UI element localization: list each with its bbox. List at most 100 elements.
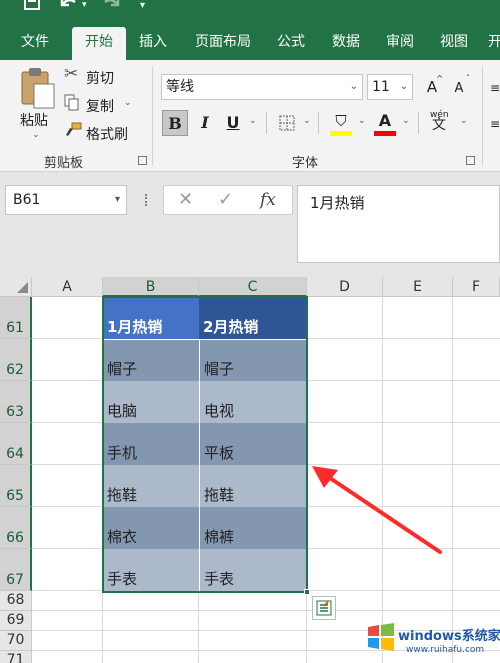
ribbon-tabs: 文件 开始 插入 页面布局 公式 数据 审阅 视图 开: [0, 22, 500, 60]
tab-view[interactable]: 视图: [430, 30, 478, 60]
ribbon-body: 粘贴 ⌄ ✂ 剪切 复制 ⌄ 格式刷 剪贴板 等线 ⌄ 11 ⌄ A^ Aˇ: [0, 60, 500, 172]
watermark-text: windows系统家园: [398, 629, 500, 644]
tab-file[interactable]: 文件: [12, 30, 58, 60]
row-header[interactable]: 65: [0, 465, 32, 507]
phonetic-dropdown-icon[interactable]: ⌄: [460, 116, 468, 126]
row-header[interactable]: 70: [0, 631, 32, 651]
select-all-button[interactable]: [0, 277, 32, 297]
borders-button[interactable]: [274, 110, 300, 136]
borders-dropdown-icon[interactable]: ⌄: [303, 116, 311, 126]
formula-buttons: ✕ ✓ fx: [163, 185, 293, 215]
fill-color-button[interactable]: ⛉: [328, 108, 354, 136]
chevron-down-icon[interactable]: ▾: [115, 186, 120, 214]
underline-dropdown-icon[interactable]: ⌄: [249, 116, 257, 126]
quick-analysis-button[interactable]: [312, 596, 336, 620]
tab-data[interactable]: 数据: [322, 30, 370, 60]
undo-icon[interactable]: [58, 0, 78, 10]
tab-review[interactable]: 审阅: [376, 30, 424, 60]
column-header-c[interactable]: C: [199, 277, 307, 297]
formula-bar-area: B61 ▾ ✕ ✓ fx 1月热销: [0, 172, 500, 277]
underline-label: U: [226, 113, 240, 132]
font-color-dropdown-icon[interactable]: ⌄: [402, 116, 410, 126]
row-header[interactable]: 66: [0, 507, 32, 549]
fill-handle[interactable]: [304, 589, 310, 595]
group-separator: [482, 66, 483, 166]
formula-content: 1月热销: [310, 194, 365, 212]
row-header[interactable]: 64: [0, 423, 32, 465]
font-color-button[interactable]: A: [372, 108, 398, 136]
column-header-f[interactable]: F: [453, 277, 500, 297]
fill-color-dropdown-icon[interactable]: ⌄: [358, 116, 366, 126]
customize-qat-icon[interactable]: ▾: [140, 0, 145, 13]
separator: [318, 112, 319, 134]
font-name-combo[interactable]: 等线 ⌄: [161, 74, 363, 100]
font-size-combo[interactable]: 11 ⌄: [367, 74, 413, 100]
formula-input[interactable]: 1月热销: [297, 185, 500, 263]
italic-button[interactable]: I: [192, 110, 218, 136]
selection-border: [102, 296, 308, 593]
clipboard-launcher-icon[interactable]: [138, 156, 147, 165]
grow-font-button[interactable]: A ^: [419, 74, 445, 100]
tab-page-layout[interactable]: 页面布局: [186, 30, 260, 60]
tab-home[interactable]: 开始: [72, 27, 126, 60]
row-header[interactable]: 67: [0, 549, 32, 591]
column-header-b[interactable]: B: [103, 277, 199, 297]
shrink-font-button[interactable]: Aˇ: [446, 74, 472, 100]
worksheet-grid[interactable]: A B C D E F 61 62 63 64 65 66 67 68 69 7…: [0, 277, 500, 663]
align-icon: ≡: [489, 117, 500, 131]
column-header-e[interactable]: E: [383, 277, 453, 297]
format-painter-button[interactable]: 格式刷: [64, 122, 144, 144]
column-header-a[interactable]: A: [32, 277, 103, 297]
group-separator: [152, 66, 153, 166]
column-header-d[interactable]: D: [307, 277, 383, 297]
undo-dropdown-icon[interactable]: ▾: [82, 0, 87, 12]
watermark: windows系统家园 www.ruihafu.com: [366, 619, 500, 661]
annotation-arrow: [312, 466, 442, 554]
formula-bar-grip-icon[interactable]: [145, 194, 148, 206]
chevron-down-icon[interactable]: ⌄: [350, 75, 358, 99]
paste-dropdown-icon[interactable]: ⌄: [32, 130, 40, 140]
chevron-down-icon[interactable]: ⌄: [400, 75, 408, 99]
cut-button[interactable]: ✂ 剪切: [64, 64, 134, 88]
font-launcher-icon[interactable]: [466, 156, 475, 165]
redo-icon[interactable]: [102, 0, 122, 10]
underline-button[interactable]: U: [220, 110, 246, 136]
scissors-icon: ✂: [64, 64, 79, 84]
copy-button[interactable]: 复制 ⌄: [64, 94, 146, 116]
align-top-button[interactable]: ≡: [488, 74, 500, 100]
insert-function-button[interactable]: fx: [260, 186, 276, 214]
paste-label: 粘贴: [20, 113, 48, 129]
row-header[interactable]: 62: [0, 339, 32, 381]
watermark-url: www.ruihafu.com: [406, 645, 485, 655]
tab-formulas[interactable]: 公式: [268, 30, 314, 60]
row-header[interactable]: 63: [0, 381, 32, 423]
fill-color-swatch: [330, 131, 352, 136]
font-color-icon: A: [378, 111, 392, 130]
bold-button[interactable]: B: [162, 110, 188, 136]
quick-analysis-icon: [316, 600, 332, 616]
tab-developer[interactable]: 开: [488, 30, 500, 60]
phonetic-button[interactable]: wén 文: [428, 108, 456, 134]
cut-label: 剪切: [86, 71, 114, 87]
font-group-label: 字体: [292, 156, 319, 171]
format-painter-label: 格式刷: [86, 127, 128, 143]
italic-label: I: [201, 113, 209, 132]
borders-icon: [279, 115, 295, 131]
row-header[interactable]: 69: [0, 611, 32, 631]
row-header[interactable]: 61: [0, 297, 32, 339]
copy-dropdown-icon[interactable]: ⌄: [124, 98, 132, 108]
separator: [418, 112, 419, 134]
clipboard-group-label: 剪贴板: [44, 156, 84, 171]
align-left-button[interactable]: ≡: [488, 110, 500, 136]
paste-button[interactable]: 粘贴 ⌄: [14, 66, 58, 144]
name-box[interactable]: B61 ▾: [5, 185, 127, 215]
save-icon[interactable]: [24, 0, 40, 12]
tab-insert[interactable]: 插入: [128, 30, 178, 60]
row-header[interactable]: 68: [0, 591, 32, 611]
enter-icon[interactable]: ✓: [218, 186, 233, 214]
cancel-icon[interactable]: ✕: [178, 186, 193, 214]
align-icon: ≡: [489, 81, 500, 95]
row-header[interactable]: 71: [0, 651, 32, 663]
title-bar: ▾ ▾: [0, 0, 500, 22]
name-box-value: B61: [13, 192, 41, 208]
